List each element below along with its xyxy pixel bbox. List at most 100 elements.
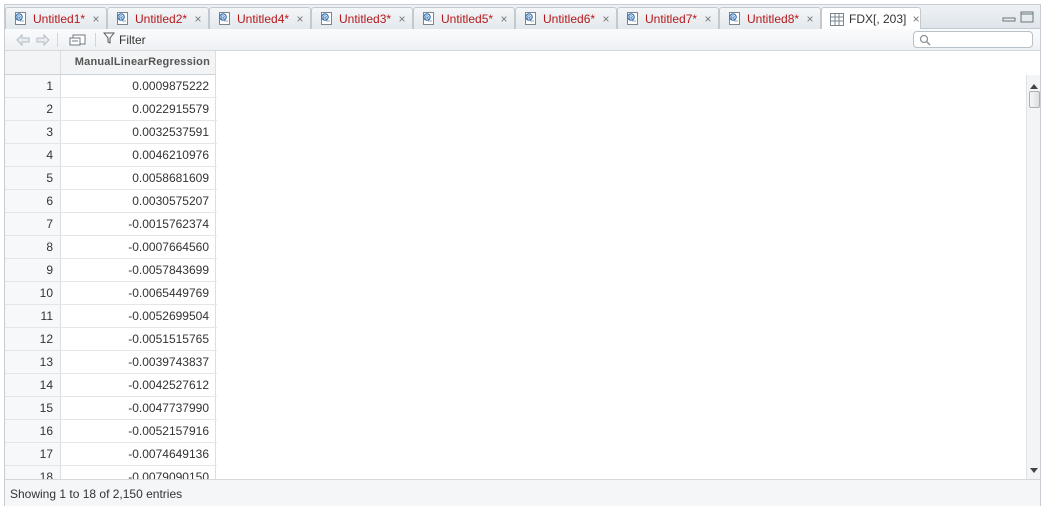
column-header[interactable]: ManualLinearRegression — [61, 51, 216, 75]
r-script-icon: R — [14, 12, 28, 25]
cell-value[interactable]: -0.0015762374 — [61, 213, 216, 235]
row-index: 2 — [5, 98, 61, 120]
tab-1[interactable]: R Untitled1* × — [5, 7, 107, 29]
row-index: 11 — [5, 305, 61, 327]
scroll-up-icon[interactable] — [1030, 78, 1038, 92]
table-row: 8 -0.0007664560 — [5, 236, 217, 259]
close-icon[interactable]: × — [499, 13, 509, 25]
toolbar-divider — [95, 33, 96, 47]
tab-3[interactable]: R Untitled4* × — [209, 7, 311, 29]
funnel-icon — [102, 32, 116, 47]
tab-label: Untitled1* — [33, 11, 86, 26]
table-row: 12 -0.0051515765 — [5, 328, 217, 351]
tab-9[interactable]: FDX[, 203] × — [821, 7, 921, 30]
popout-icon[interactable] — [69, 33, 87, 50]
row-index: 18 — [5, 466, 61, 479]
tab-label: Untitled4* — [237, 11, 290, 26]
search-icon — [919, 34, 931, 49]
close-icon[interactable]: × — [805, 13, 815, 25]
window-controls — [1002, 11, 1034, 23]
cell-value[interactable]: 0.0046210976 — [61, 144, 216, 166]
cell-value[interactable]: -0.0057843699 — [61, 259, 216, 281]
r-script-icon: R — [218, 12, 232, 25]
table-row: 9 -0.0057843699 — [5, 259, 217, 282]
toolbar: Filter — [5, 29, 1040, 51]
cell-value[interactable]: -0.0052157916 — [61, 420, 216, 442]
row-index-header — [5, 51, 61, 75]
close-icon[interactable]: × — [601, 13, 611, 25]
cell-value[interactable]: -0.0065449769 — [61, 282, 216, 304]
data-viewer-window: R Untitled1* × R Untitled2* × R Untitled4* × R Unt… — [4, 4, 1041, 506]
vertical-scrollbar[interactable] — [1026, 75, 1040, 479]
cell-value[interactable]: -0.0039743837 — [61, 351, 216, 373]
back-arrow-icon[interactable] — [15, 33, 31, 50]
table-row: 18 -0.0079090150 — [5, 466, 217, 479]
r-script-icon: R — [728, 12, 742, 25]
row-index: 1 — [5, 75, 61, 97]
cell-value[interactable]: -0.0007664560 — [61, 236, 216, 258]
table-row: 1 0.0009875222 — [5, 75, 217, 98]
tab-label: Untitled7* — [645, 11, 698, 26]
cell-value[interactable]: -0.0079090150 — [61, 466, 216, 479]
row-index: 17 — [5, 443, 61, 465]
cell-value[interactable]: 0.0022915579 — [61, 98, 216, 120]
tab-7[interactable]: R Untitled7* × — [617, 7, 719, 29]
tab-4[interactable]: R Untitled3* × — [311, 7, 413, 29]
table-row: 14 -0.0042527612 — [5, 374, 217, 397]
status-bar: Showing 1 to 18 of 2,150 entries — [5, 479, 1040, 506]
row-index: 15 — [5, 397, 61, 419]
cell-value[interactable]: -0.0042527612 — [61, 374, 216, 396]
maximize-icon[interactable] — [1020, 11, 1034, 23]
table-row: 17 -0.0074649136 — [5, 443, 217, 466]
tab-2[interactable]: R Untitled2* × — [107, 7, 209, 29]
close-icon[interactable]: × — [91, 13, 101, 25]
search-box[interactable] — [913, 31, 1033, 48]
table-row: 11 -0.0052699504 — [5, 305, 217, 328]
cell-value[interactable]: 0.0032537591 — [61, 121, 216, 143]
close-icon[interactable]: × — [295, 13, 305, 25]
scrollbar-thumb[interactable] — [1029, 91, 1040, 108]
table-row: 16 -0.0052157916 — [5, 420, 217, 443]
filter-button[interactable]: Filter — [102, 32, 146, 47]
close-icon[interactable]: × — [912, 13, 920, 25]
table-row: 15 -0.0047737990 — [5, 397, 217, 420]
forward-arrow-icon[interactable] — [35, 33, 51, 50]
close-icon[interactable]: × — [703, 13, 713, 25]
svg-text:R: R — [425, 15, 429, 21]
row-index: 6 — [5, 190, 61, 212]
minimize-icon[interactable] — [1002, 11, 1016, 23]
close-icon[interactable]: × — [193, 13, 203, 25]
tab-5[interactable]: R Untitled5* × — [413, 7, 515, 29]
row-index: 13 — [5, 351, 61, 373]
cell-value[interactable]: 0.0009875222 — [61, 75, 216, 97]
r-script-icon: R — [626, 12, 640, 25]
toolbar-divider — [57, 33, 58, 47]
scroll-down-icon[interactable] — [1030, 462, 1038, 476]
tab-label: Untitled2* — [135, 11, 188, 26]
entries-status: Showing 1 to 18 of 2,150 entries — [10, 487, 183, 501]
cell-value[interactable]: -0.0052699504 — [61, 305, 216, 327]
row-index: 12 — [5, 328, 61, 350]
table-body: 1 0.0009875222 2 0.0022915579 3 0.0032537591 4… — [5, 75, 217, 479]
svg-text:R: R — [527, 15, 531, 21]
svg-text:R: R — [731, 15, 735, 21]
cell-value[interactable]: 0.0058681609 — [61, 167, 216, 189]
svg-text:R: R — [17, 15, 21, 21]
tab-label: Untitled8* — [747, 11, 800, 26]
tab-label: FDX[, 203] — [849, 12, 907, 26]
cell-value[interactable]: -0.0047737990 — [61, 397, 216, 419]
svg-text:R: R — [629, 15, 633, 21]
table-row: 10 -0.0065449769 — [5, 282, 217, 305]
cell-value[interactable]: -0.0051515765 — [61, 328, 216, 350]
tab-6[interactable]: R Untitled6* × — [515, 7, 617, 29]
cell-value[interactable]: -0.0074649136 — [61, 443, 216, 465]
tab-label: Untitled5* — [441, 11, 494, 26]
svg-text:R: R — [119, 15, 123, 21]
row-index: 9 — [5, 259, 61, 281]
cell-value[interactable]: 0.0030575207 — [61, 190, 216, 212]
search-input[interactable] — [934, 32, 1030, 48]
table-row: 13 -0.0039743837 — [5, 351, 217, 374]
tab-8[interactable]: R Untitled8* × — [719, 7, 821, 29]
close-icon[interactable]: × — [397, 13, 407, 25]
tab-label: Untitled6* — [543, 11, 596, 26]
